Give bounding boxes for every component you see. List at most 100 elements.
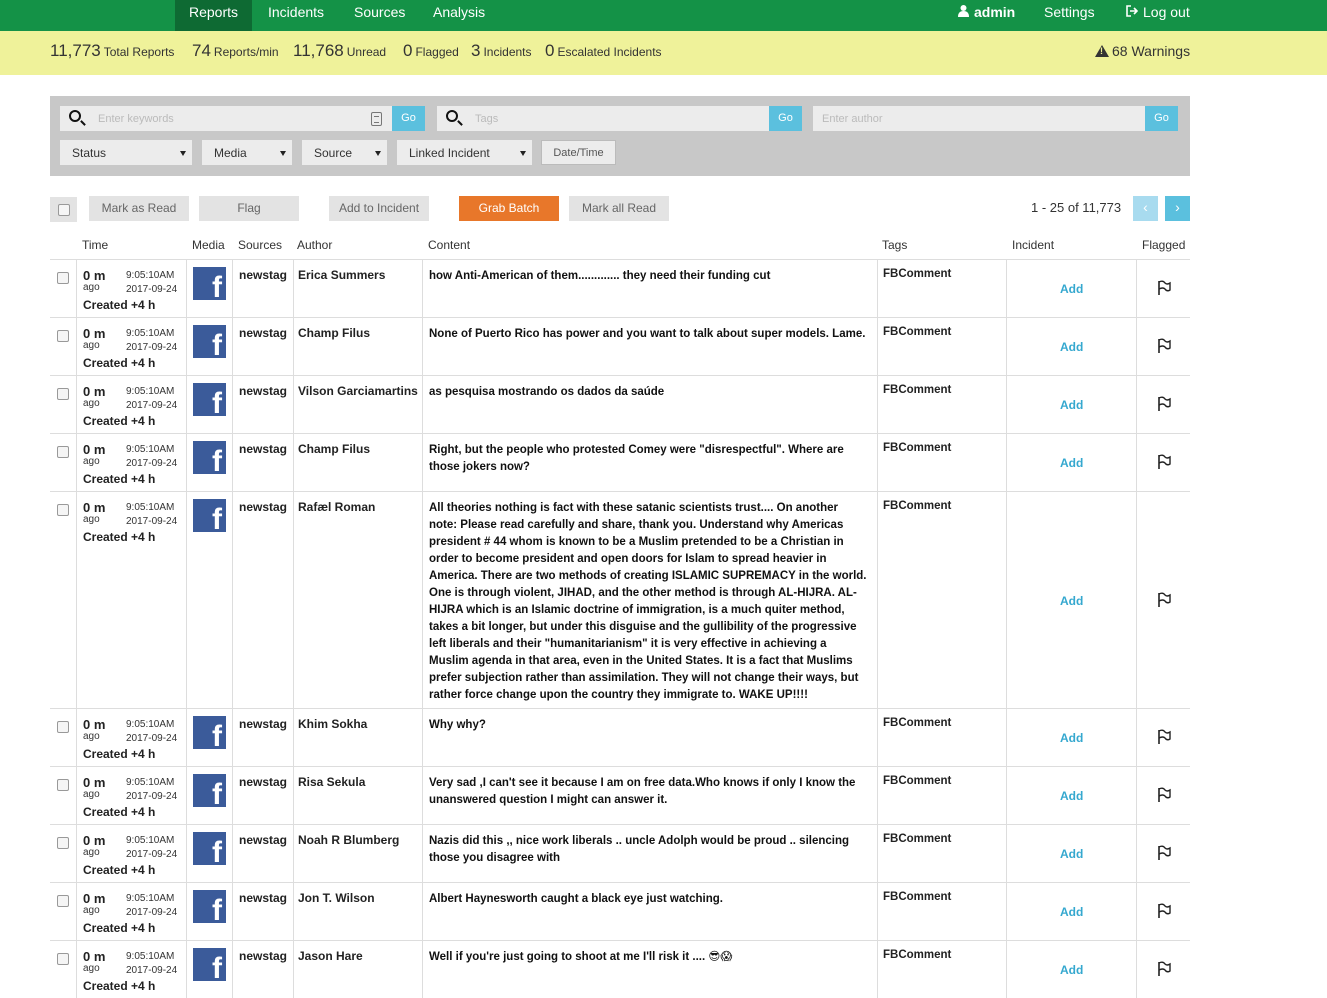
add-incident-link[interactable]: Add bbox=[1060, 398, 1083, 412]
cell-divider bbox=[1136, 434, 1137, 491]
table-row[interactable]: 0 m ago 9:05:10AM 2017-09-24 Created +4 h f ne… bbox=[50, 259, 1190, 317]
cell-divider bbox=[877, 376, 878, 433]
add-incident-link[interactable]: Add bbox=[1060, 731, 1083, 745]
row-checkbox[interactable] bbox=[57, 721, 69, 733]
search-icon bbox=[69, 110, 81, 122]
facebook-icon: f bbox=[193, 441, 226, 478]
header-sources[interactable]: Sources bbox=[238, 238, 282, 252]
table-row[interactable]: 0 m ago 9:05:10AM 2017-09-24 Created +4 h f ne… bbox=[50, 824, 1190, 882]
report-date: 2017-09-24 bbox=[126, 400, 178, 411]
author-go-button[interactable]: Go bbox=[1145, 106, 1178, 131]
add-incident-link[interactable]: Add bbox=[1060, 594, 1083, 608]
flag-icon[interactable] bbox=[1156, 903, 1172, 919]
tags-go-button[interactable]: Go bbox=[769, 106, 802, 131]
flag-button[interactable]: Flag bbox=[199, 196, 299, 221]
report-content: Right, but the people who protested Come… bbox=[429, 444, 844, 473]
select-all-checkbox[interactable] bbox=[58, 204, 70, 216]
header-tags[interactable]: Tags bbox=[882, 238, 907, 252]
add-incident-link[interactable]: Add bbox=[1060, 905, 1083, 919]
header-author[interactable]: Author bbox=[297, 238, 332, 252]
cell-divider bbox=[1006, 767, 1007, 824]
tab-reports[interactable]: Reports bbox=[175, 0, 253, 31]
table-row[interactable]: 0 m ago 9:05:10AM 2017-09-24 Created +4 h f ne… bbox=[50, 317, 1190, 375]
row-checkbox[interactable] bbox=[57, 388, 69, 400]
cell-divider bbox=[186, 434, 187, 491]
flag-icon[interactable] bbox=[1156, 787, 1172, 803]
row-checkbox[interactable] bbox=[57, 504, 69, 516]
facebook-icon: f bbox=[193, 325, 226, 362]
add-incident-link[interactable]: Add bbox=[1060, 340, 1083, 354]
warnings-indicator[interactable]: 68 Warnings bbox=[1095, 43, 1190, 59]
author-input[interactable] bbox=[822, 106, 1142, 131]
ago-value: 0 m bbox=[83, 891, 106, 906]
media-dropdown[interactable]: Media bbox=[202, 140, 292, 165]
add-incident-link[interactable]: Add bbox=[1060, 847, 1083, 861]
flag-icon[interactable] bbox=[1156, 729, 1172, 745]
facebook-icon: f bbox=[193, 499, 226, 536]
grab-batch-button[interactable]: Grab Batch bbox=[459, 196, 559, 221]
flag-icon[interactable] bbox=[1156, 396, 1172, 412]
keyword-go-button[interactable]: Go bbox=[392, 106, 425, 131]
report-tag: FBComment bbox=[883, 717, 952, 729]
tab-sources[interactable]: Sources bbox=[340, 0, 419, 31]
cell-divider bbox=[422, 260, 423, 317]
ago-value: 0 m bbox=[83, 949, 106, 964]
mark-all-read-button[interactable]: Mark all Read bbox=[569, 196, 669, 221]
add-incident-link[interactable]: Add bbox=[1060, 789, 1083, 803]
cell-divider bbox=[877, 883, 878, 940]
flag-icon[interactable] bbox=[1156, 845, 1172, 861]
header-content[interactable]: Content bbox=[428, 238, 470, 252]
add-to-incident-button[interactable]: Add to Incident bbox=[329, 196, 429, 221]
add-incident-link[interactable]: Add bbox=[1060, 282, 1083, 296]
tab-analysis[interactable]: Analysis bbox=[419, 0, 499, 31]
keyword-input[interactable] bbox=[98, 106, 368, 131]
cell-divider bbox=[186, 767, 187, 824]
header-media[interactable]: Media bbox=[192, 238, 225, 252]
tab-incidents[interactable]: Incidents bbox=[254, 0, 338, 31]
report-date: 2017-09-24 bbox=[126, 733, 178, 744]
table-row[interactable]: 0 m ago 9:05:10AM 2017-09-24 Created +4 h f ne… bbox=[50, 433, 1190, 491]
flag-icon[interactable] bbox=[1156, 454, 1172, 470]
header-incident[interactable]: Incident bbox=[1012, 238, 1054, 252]
table-row[interactable]: 0 m ago 9:05:10AM 2017-09-24 Created +4 h f ne… bbox=[50, 708, 1190, 766]
flag-icon[interactable] bbox=[1156, 280, 1172, 296]
table-row[interactable]: 0 m ago 9:05:10AM 2017-09-24 Created +4 h f ne… bbox=[50, 940, 1190, 998]
status-dropdown[interactable]: Status bbox=[60, 140, 192, 165]
source-dropdown[interactable]: Source bbox=[302, 140, 387, 165]
cell-divider bbox=[877, 709, 878, 766]
row-checkbox[interactable] bbox=[57, 272, 69, 284]
row-checkbox[interactable] bbox=[57, 895, 69, 907]
cell-divider bbox=[186, 941, 187, 998]
flag-icon[interactable] bbox=[1156, 592, 1172, 608]
report-tag: FBComment bbox=[883, 891, 952, 903]
logout-link[interactable]: Log out bbox=[1126, 0, 1190, 31]
keyboard-icon[interactable] bbox=[371, 112, 382, 126]
row-checkbox[interactable] bbox=[57, 953, 69, 965]
row-checkbox[interactable] bbox=[57, 446, 69, 458]
table-row[interactable]: 0 m ago 9:05:10AM 2017-09-24 Created +4 h f ne… bbox=[50, 882, 1190, 940]
header-time[interactable]: Time bbox=[82, 238, 108, 252]
table-row[interactable]: 0 m ago 9:05:10AM 2017-09-24 Created +4 h f ne… bbox=[50, 766, 1190, 824]
next-page-button[interactable]: › bbox=[1165, 196, 1190, 221]
linked-incident-dropdown[interactable]: Linked Incident bbox=[397, 140, 532, 165]
row-checkbox[interactable] bbox=[57, 779, 69, 791]
mark-read-button[interactable]: Mark as Read bbox=[89, 196, 189, 221]
settings-link[interactable]: Settings bbox=[1044, 0, 1095, 31]
prev-page-button[interactable]: ‹ bbox=[1133, 196, 1158, 221]
user-menu[interactable]: admin bbox=[958, 0, 1015, 31]
add-incident-link[interactable]: Add bbox=[1060, 963, 1083, 977]
flag-icon[interactable] bbox=[1156, 338, 1172, 354]
row-checkbox[interactable] bbox=[57, 330, 69, 342]
logout-label: Log out bbox=[1143, 4, 1190, 20]
datetime-button[interactable]: Date/Time bbox=[541, 140, 616, 165]
add-incident-link[interactable]: Add bbox=[1060, 456, 1083, 470]
cell-divider bbox=[877, 825, 878, 882]
tags-input[interactable] bbox=[475, 106, 765, 131]
report-author: Jason Hare bbox=[298, 949, 363, 963]
flag-icon[interactable] bbox=[1156, 961, 1172, 977]
table-row[interactable]: 0 m ago 9:05:10AM 2017-09-24 Created +4 h f ne… bbox=[50, 375, 1190, 433]
user-icon bbox=[958, 0, 969, 25]
row-checkbox[interactable] bbox=[57, 837, 69, 849]
table-row[interactable]: 0 m ago 9:05:10AM 2017-09-24 Created +4 h f ne… bbox=[50, 491, 1190, 708]
header-flagged[interactable]: Flagged bbox=[1142, 238, 1185, 252]
